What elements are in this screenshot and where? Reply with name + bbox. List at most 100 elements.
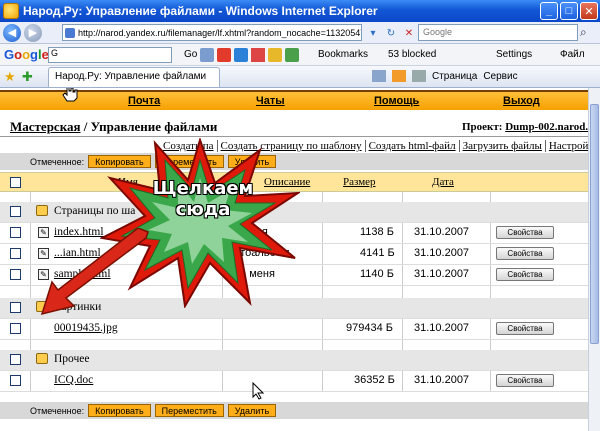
selection-toolbar-bottom: Отмеченное: Копировать Переместить Удали… — [0, 402, 588, 419]
column-date-header[interactable]: Дата — [432, 176, 454, 188]
window-titlebar: Народ.Ру: Управление файлами - Windows I… — [0, 0, 600, 22]
file-size: 1140 Б — [360, 268, 394, 280]
scrollbar-thumb[interactable] — [590, 104, 599, 344]
row-checkbox[interactable] — [10, 323, 21, 334]
google-logo: Google — [4, 47, 49, 62]
file-menu[interactable]: Файл — [560, 49, 585, 60]
upload-files-link[interactable]: Загрузить файлы — [460, 140, 546, 152]
toolbar-tool-icon[interactable] — [217, 48, 231, 62]
page-favicon-icon — [65, 27, 75, 38]
table-row: ICQ.doc 36352 Б 31.10.2007 Свойства — [0, 371, 588, 392]
file-size: 36352 Б — [354, 374, 395, 386]
delete-button[interactable]: Удалить — [227, 404, 277, 417]
mail-icon[interactable] — [251, 48, 265, 62]
file-size: 1138 Б — [360, 226, 394, 238]
tools-menu[interactable]: Сервис — [483, 71, 517, 82]
ie-app-icon — [3, 3, 19, 19]
file-date: 31.10.2007 — [414, 268, 470, 280]
properties-button[interactable]: Свойства — [496, 268, 554, 281]
close-button[interactable]: ✕ — [580, 2, 598, 20]
search-icon[interactable]: ⌕ — [580, 25, 596, 41]
toolbar-tool-icon[interactable] — [285, 48, 299, 62]
selected-label: Отмеченное: — [30, 405, 85, 416]
toolbar-tool-icon[interactable] — [268, 48, 282, 62]
select-all-checkbox[interactable] — [10, 177, 21, 188]
minimize-button[interactable]: _ — [540, 2, 558, 20]
nav-logout-link[interactable]: Выход — [503, 95, 540, 107]
move-button[interactable]: Переместить — [154, 404, 224, 417]
dropdown-arrow-icon[interactable]: ▾ — [366, 26, 380, 40]
row-checkbox[interactable] — [10, 248, 21, 259]
file-size: 4141 Б — [360, 247, 395, 259]
forward-button[interactable]: ▶ — [24, 23, 42, 42]
group-checkbox[interactable] — [10, 354, 21, 365]
popup-blocked-indicator[interactable]: 53 blocked — [388, 49, 436, 60]
google-toolbar: Google G Go Bookmarks 53 blocked Setting… — [0, 44, 600, 66]
group-checkbox[interactable] — [10, 302, 21, 313]
file-date: 31.10.2007 — [414, 247, 470, 259]
window-title: Народ.Ру: Управление файлами - Windows I… — [23, 4, 378, 18]
project-info: Проект: Dump-002.narod.ru — [462, 121, 588, 133]
print-icon[interactable] — [412, 70, 426, 82]
page-menu[interactable]: Страница — [432, 71, 477, 82]
settings-menu[interactable]: Settings — [496, 49, 532, 60]
bookmarks-menu[interactable]: Bookmarks — [318, 49, 368, 60]
copy-button[interactable]: Копировать — [88, 404, 151, 417]
home-icon[interactable] — [372, 70, 386, 82]
file-date: 31.10.2007 — [414, 322, 470, 334]
address-bar: ◀ ▶ http://narod.yandex.ru/filemanager/l… — [0, 22, 600, 44]
callout-text: Щелкаем сюда — [152, 178, 254, 220]
properties-button[interactable]: Свойства — [496, 247, 554, 260]
mouse-pointer-icon — [252, 382, 264, 400]
add-favorite-icon[interactable]: ✚ — [22, 69, 33, 85]
properties-button[interactable]: Свойства — [496, 374, 554, 387]
divider — [0, 136, 588, 137]
toolbar-tool-icon[interactable] — [200, 48, 214, 62]
file-date: 31.10.2007 — [414, 226, 470, 238]
page-content: Почта Чаты Помощь Выход Мастерская / Упр… — [0, 88, 588, 431]
breadcrumb-workshop-link[interactable]: Мастерская — [10, 119, 81, 134]
row-checkbox[interactable] — [10, 375, 21, 386]
properties-button[interactable]: Свойства — [496, 226, 554, 239]
stop-icon[interactable]: ✕ — [402, 26, 416, 40]
hand-cursor-icon — [62, 88, 78, 102]
url-field[interactable]: http://narod.yandex.ru/filemanager/lf.xh… — [62, 24, 362, 41]
search-input[interactable]: Google — [418, 24, 578, 41]
arrow-icon — [40, 228, 149, 316]
tab-bar: ★ ✚ Народ.Ру: Управление файлами Страниц… — [0, 66, 600, 88]
row-checkbox[interactable] — [10, 269, 21, 280]
file-date: 31.10.2007 — [414, 374, 470, 386]
toolbar-tool-icon[interactable] — [234, 48, 248, 62]
favorites-star-icon[interactable]: ★ — [4, 69, 16, 85]
settings-link[interactable]: Настройки — [546, 140, 588, 152]
project-link[interactable]: Dump-002.narod.ru — [505, 121, 588, 133]
google-go-button[interactable]: Go — [184, 49, 197, 60]
breadcrumb: Мастерская / Управление файлами — [10, 119, 218, 134]
file-name-link[interactable]: ICQ.doc — [54, 374, 93, 386]
file-size: 979434 Б — [346, 322, 393, 334]
row-checkbox[interactable] — [10, 227, 21, 238]
vertical-scrollbar[interactable] — [588, 88, 600, 431]
column-size-header[interactable]: Размер — [343, 176, 376, 188]
folder-icon — [36, 353, 48, 364]
url-text: http://narod.yandex.ru/filemanager/lf.xh… — [78, 27, 362, 38]
nav-mail-link[interactable]: Почта — [128, 95, 160, 107]
tab-active[interactable]: Народ.Ру: Управление файлами — [48, 67, 220, 87]
selected-label: Отмеченное: — [30, 156, 85, 167]
group-row: Прочее — [0, 350, 588, 371]
group-checkbox[interactable] — [10, 206, 21, 217]
maximize-button[interactable]: □ — [560, 2, 578, 20]
back-button[interactable]: ◀ — [3, 23, 21, 42]
page-title: Управление файлами — [90, 119, 218, 134]
create-html-file-link[interactable]: Создать html-файл — [366, 140, 460, 152]
folder-icon — [36, 205, 48, 216]
properties-button[interactable]: Свойства — [496, 322, 554, 335]
table-row: 00019435.jpg 979434 Б 31.10.2007 Свойств… — [0, 319, 588, 340]
file-name-link[interactable]: 00019435.jpg — [54, 322, 118, 334]
nav-help-link[interactable]: Помощь — [374, 95, 419, 107]
google-search-input[interactable]: G — [48, 47, 172, 63]
rss-icon[interactable] — [392, 70, 406, 82]
refresh-icon[interactable]: ↻ — [384, 26, 398, 40]
group-name: Прочее — [54, 353, 90, 365]
nav-chats-link[interactable]: Чаты — [256, 95, 285, 107]
